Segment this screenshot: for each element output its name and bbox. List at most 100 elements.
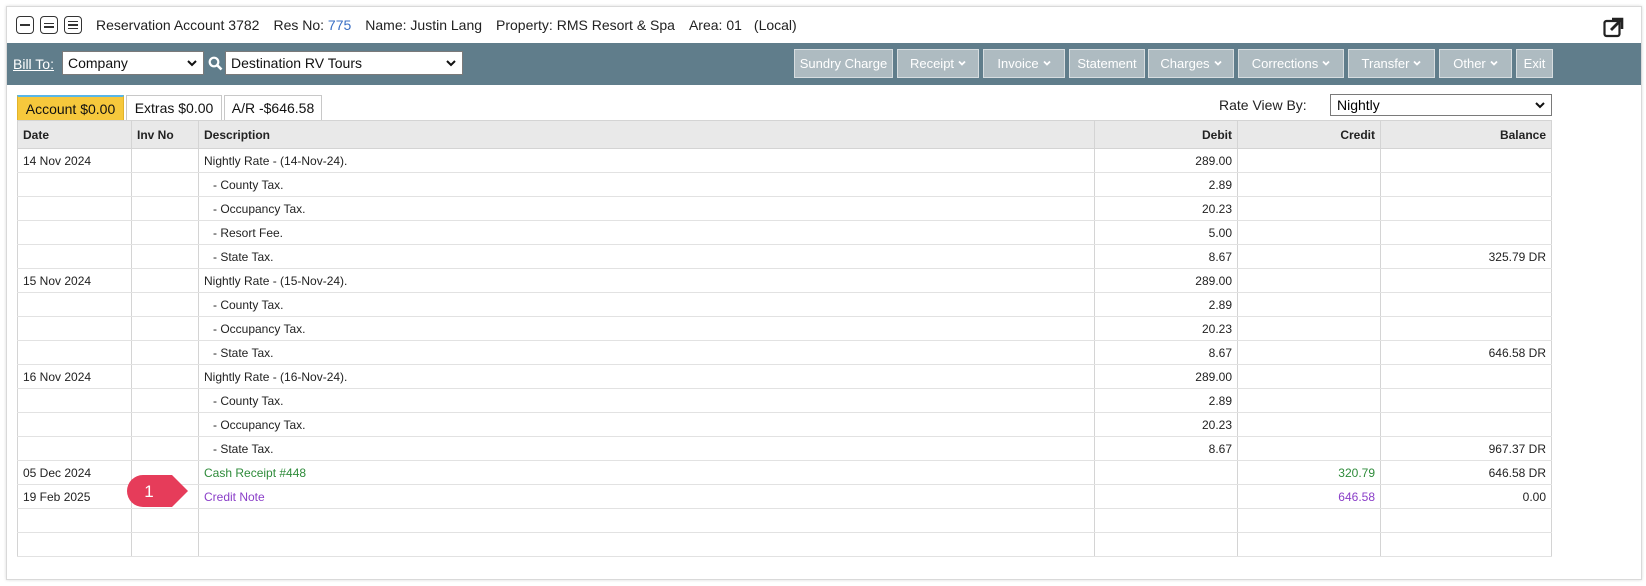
bill-to-company-value: Destination RV Tours xyxy=(231,55,362,71)
other-label: Other xyxy=(1453,56,1486,71)
cell-date xyxy=(17,196,132,221)
chevron-down-icon xyxy=(187,60,197,67)
view-compact-icon[interactable] xyxy=(16,16,34,34)
statement-button[interactable]: Statement xyxy=(1069,49,1145,78)
cell-description: - Occupancy Tax. xyxy=(198,196,1095,221)
cell-date: 14 Nov 2024 xyxy=(17,148,132,173)
title-bar: Reservation Account 3782 Res No: 775 Nam… xyxy=(7,7,1641,43)
column-header-debit[interactable]: Debit xyxy=(1094,120,1238,149)
column-header-inv-no[interactable]: Inv No xyxy=(131,120,199,149)
cell-description: - County Tax. xyxy=(198,292,1095,317)
cell-inv-no xyxy=(131,532,199,557)
table-row[interactable]: - Occupancy Tax. 20.23 xyxy=(17,196,1552,221)
popout-icon[interactable] xyxy=(1603,16,1625,38)
table-row[interactable]: 05 Dec 2024 Cash Receipt #448 320.79 646.58… xyxy=(17,460,1552,485)
transfer-button[interactable]: Transfer xyxy=(1348,49,1435,78)
cell-inv-no xyxy=(131,364,199,389)
sundry-charge-label: Sundry Charge xyxy=(799,56,888,71)
table-row[interactable]: 15 Nov 2024 Nightly Rate - (15-Nov-24). 28… xyxy=(17,268,1552,293)
cell-balance: 967.37 DR xyxy=(1380,436,1552,461)
bill-to-company-select[interactable]: Destination RV Tours xyxy=(225,51,463,75)
view-full-icon[interactable] xyxy=(64,16,82,34)
cell-balance xyxy=(1380,316,1552,341)
cell-debit: 8.67 xyxy=(1094,244,1238,269)
table-row[interactable]: 16 Nov 2024 Nightly Rate - (16-Nov-24). 28… xyxy=(17,364,1552,389)
reservation-account-window: Reservation Account 3782 Res No: 775 Nam… xyxy=(6,6,1642,580)
cell-date xyxy=(17,316,132,341)
receipt-button[interactable]: Receipt xyxy=(897,49,979,78)
chevron-down-icon xyxy=(958,60,966,66)
table-row[interactable]: - Resort Fee. 5.00 xyxy=(17,220,1552,245)
tab-extras[interactable]: Extras $0.00 xyxy=(126,95,222,120)
table-row[interactable]: - Occupancy Tax. 20.23 xyxy=(17,412,1552,437)
cell-balance xyxy=(1380,508,1552,533)
res-no-link[interactable]: 775 xyxy=(328,17,351,33)
cell-description xyxy=(198,532,1095,557)
cell-balance xyxy=(1380,148,1552,173)
cell-debit xyxy=(1094,484,1238,509)
cell-description: - Occupancy Tax. xyxy=(198,412,1095,437)
cell-debit: 2.89 xyxy=(1094,388,1238,413)
table-row[interactable]: - State Tax. 8.67 325.79 DR xyxy=(17,244,1552,269)
cell-description: - Occupancy Tax. xyxy=(198,316,1095,341)
chevron-down-icon xyxy=(446,60,456,67)
tab-ar[interactable]: A/R -$646.58 xyxy=(224,95,322,120)
table-row[interactable] xyxy=(17,508,1552,533)
cell-debit xyxy=(1094,508,1238,533)
cell-balance: 646.58 DR xyxy=(1380,340,1552,365)
area: Area: 01 xyxy=(688,17,742,33)
cell-credit xyxy=(1237,244,1381,269)
table-row[interactable]: - State Tax. 8.67 967.37 DR xyxy=(17,436,1552,461)
column-header-balance[interactable]: Balance xyxy=(1380,120,1552,149)
corrections-button[interactable]: Corrections xyxy=(1238,49,1344,78)
cell-balance xyxy=(1380,532,1552,557)
table-header-row: Date Inv No Description Debit Credit Bal… xyxy=(17,120,1552,149)
cell-credit xyxy=(1237,532,1381,557)
statement-label: Statement xyxy=(1077,56,1137,71)
cell-debit: 2.89 xyxy=(1094,172,1238,197)
tab-account[interactable]: Account $0.00 xyxy=(17,95,124,120)
cell-debit: 8.67 xyxy=(1094,436,1238,461)
cell-balance: 325.79 DR xyxy=(1380,244,1552,269)
cell-inv-no xyxy=(131,148,199,173)
table-row[interactable]: 14 Nov 2024 Nightly Rate - (14-Nov-24). 28… xyxy=(17,148,1552,173)
table-row[interactable]: - Occupancy Tax. 20.23 xyxy=(17,316,1552,341)
rate-view-label: Rate View By: xyxy=(1219,97,1307,113)
chevron-down-icon xyxy=(1322,60,1330,66)
cell-credit xyxy=(1237,172,1381,197)
cell-credit: 646.58 xyxy=(1237,484,1381,509)
chevron-down-icon xyxy=(1535,102,1545,109)
table-row[interactable]: - County Tax. 2.89 xyxy=(17,388,1552,413)
reservation-account-title: Reservation Account 3782 xyxy=(96,17,260,33)
cell-inv-no xyxy=(131,172,199,197)
cell-description: - County Tax. xyxy=(198,172,1095,197)
cell-credit xyxy=(1237,340,1381,365)
property-name: Property: RMS Resort & Spa xyxy=(496,17,675,33)
cell-date xyxy=(17,508,132,533)
view-medium-icon[interactable] xyxy=(40,16,58,34)
charges-button[interactable]: Charges xyxy=(1148,49,1234,78)
exit-button[interactable]: Exit xyxy=(1516,49,1553,78)
table-row[interactable]: - State Tax. 8.67 646.58 DR xyxy=(17,340,1552,365)
table-row[interactable]: - County Tax. 2.89 xyxy=(17,172,1552,197)
chevron-down-icon xyxy=(1042,60,1051,66)
cell-inv-no xyxy=(131,412,199,437)
rate-view-select[interactable]: Nightly xyxy=(1330,94,1552,116)
cell-inv-no xyxy=(131,340,199,365)
table-row[interactable] xyxy=(17,532,1552,557)
cell-date xyxy=(17,412,132,437)
sundry-charge-button[interactable]: Sundry Charge xyxy=(794,49,893,78)
column-header-credit[interactable]: Credit xyxy=(1237,120,1381,149)
cell-date xyxy=(17,436,132,461)
cell-inv-no xyxy=(131,508,199,533)
column-header-date[interactable]: Date xyxy=(17,120,132,149)
table-row[interactable]: - County Tax. 2.89 xyxy=(17,292,1552,317)
table-row[interactable]: 19 Feb 2025 Credit Note 646.58 0.00 xyxy=(17,484,1552,509)
bill-to-link[interactable]: Bill To: xyxy=(13,56,54,72)
column-header-description[interactable]: Description xyxy=(198,120,1095,149)
other-button[interactable]: Other xyxy=(1439,49,1512,78)
invoice-button[interactable]: Invoice xyxy=(983,49,1065,78)
cell-debit: 20.23 xyxy=(1094,412,1238,437)
bill-to-type-select[interactable]: Company xyxy=(62,51,204,75)
search-icon[interactable] xyxy=(208,56,223,71)
